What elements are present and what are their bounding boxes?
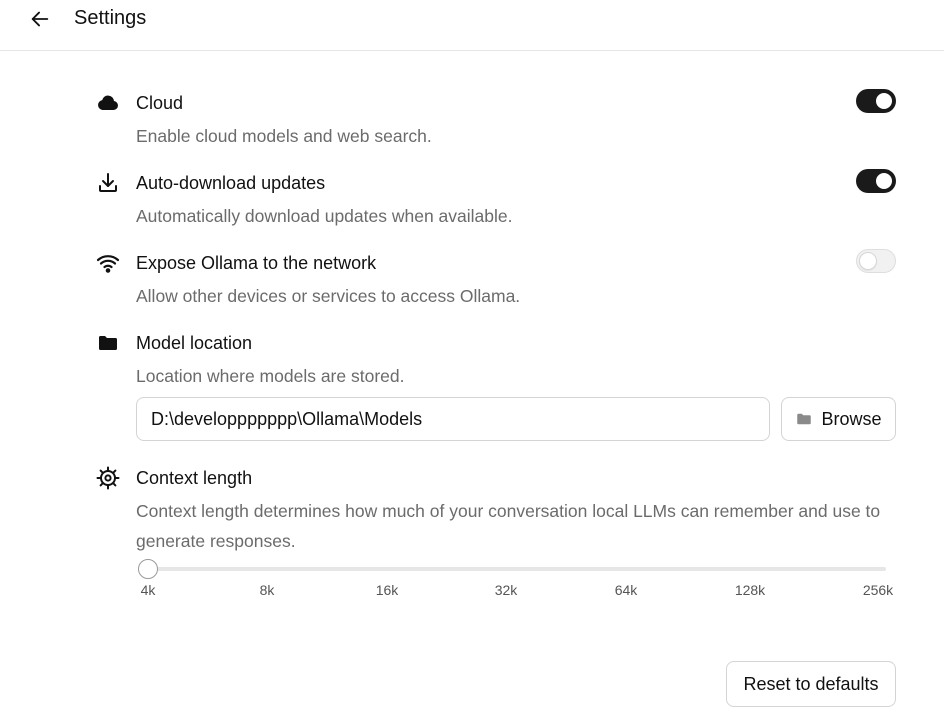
arrow-left-icon: [31, 11, 49, 27]
setting-title-cloud: Cloud: [136, 93, 184, 113]
toggle-knob: [876, 93, 892, 109]
setting-context-length: Context length Context length determines…: [96, 466, 896, 616]
model-location-input[interactable]: [136, 397, 770, 441]
cog-icon: [96, 466, 120, 490]
setting-title-model-location: Model location: [136, 333, 253, 353]
page-title: Settings: [74, 7, 147, 29]
setting-title-auto-download: Auto-download updates: [136, 173, 326, 193]
folder-icon: [96, 331, 120, 355]
slider-tick-32k: 32k: [494, 582, 518, 598]
slider-tick-256k: 256k: [862, 582, 894, 598]
wifi-icon: [96, 251, 120, 275]
browse-label: Browse: [821, 408, 882, 429]
browse-button[interactable]: Browse: [781, 397, 896, 441]
reset-to-defaults-button[interactable]: Reset to defaults: [726, 661, 896, 707]
slider-tick-16k: 16k: [375, 582, 399, 598]
setting-cloud: Cloud Enable cloud models and web search…: [96, 89, 896, 151]
back-button[interactable]: [26, 5, 54, 33]
context-length-slider-thumb[interactable]: [138, 559, 158, 579]
cloud-icon: [96, 91, 120, 115]
setting-desc-cloud: Enable cloud models and web search.: [136, 126, 432, 146]
auto-download-toggle[interactable]: [856, 169, 896, 193]
setting-title-expose-network: Expose Ollama to the network: [136, 253, 377, 273]
setting-auto-download: Auto-download updates Automatically down…: [96, 169, 896, 231]
setting-desc-model-location: Location where models are stored.: [136, 366, 405, 386]
setting-desc-context-length: Context length determines how much of yo…: [136, 501, 881, 551]
context-length-slider-track[interactable]: [138, 567, 886, 571]
setting-model-location: Model location Location where models are…: [96, 331, 896, 443]
folder-icon: [797, 413, 812, 425]
setting-desc-auto-download: Automatically download updates when avai…: [136, 206, 513, 226]
setting-title-context-length: Context length: [136, 468, 253, 488]
expose-network-toggle[interactable]: [856, 249, 896, 273]
download-icon: [96, 171, 120, 195]
slider-tick-64k: 64k: [614, 582, 638, 598]
slider-tick-4k: 4k: [140, 582, 156, 598]
toggle-knob: [876, 173, 892, 189]
setting-expose-network: Expose Ollama to the network Allow other…: [96, 249, 896, 311]
slider-tick-8k: 8k: [259, 582, 275, 598]
toggle-knob: [859, 252, 877, 270]
slider-tick-128k: 128k: [734, 582, 766, 598]
setting-desc-expose-network: Allow other devices or services to acces…: [136, 286, 521, 306]
header: Settings: [0, 0, 944, 51]
cloud-toggle[interactable]: [856, 89, 896, 113]
